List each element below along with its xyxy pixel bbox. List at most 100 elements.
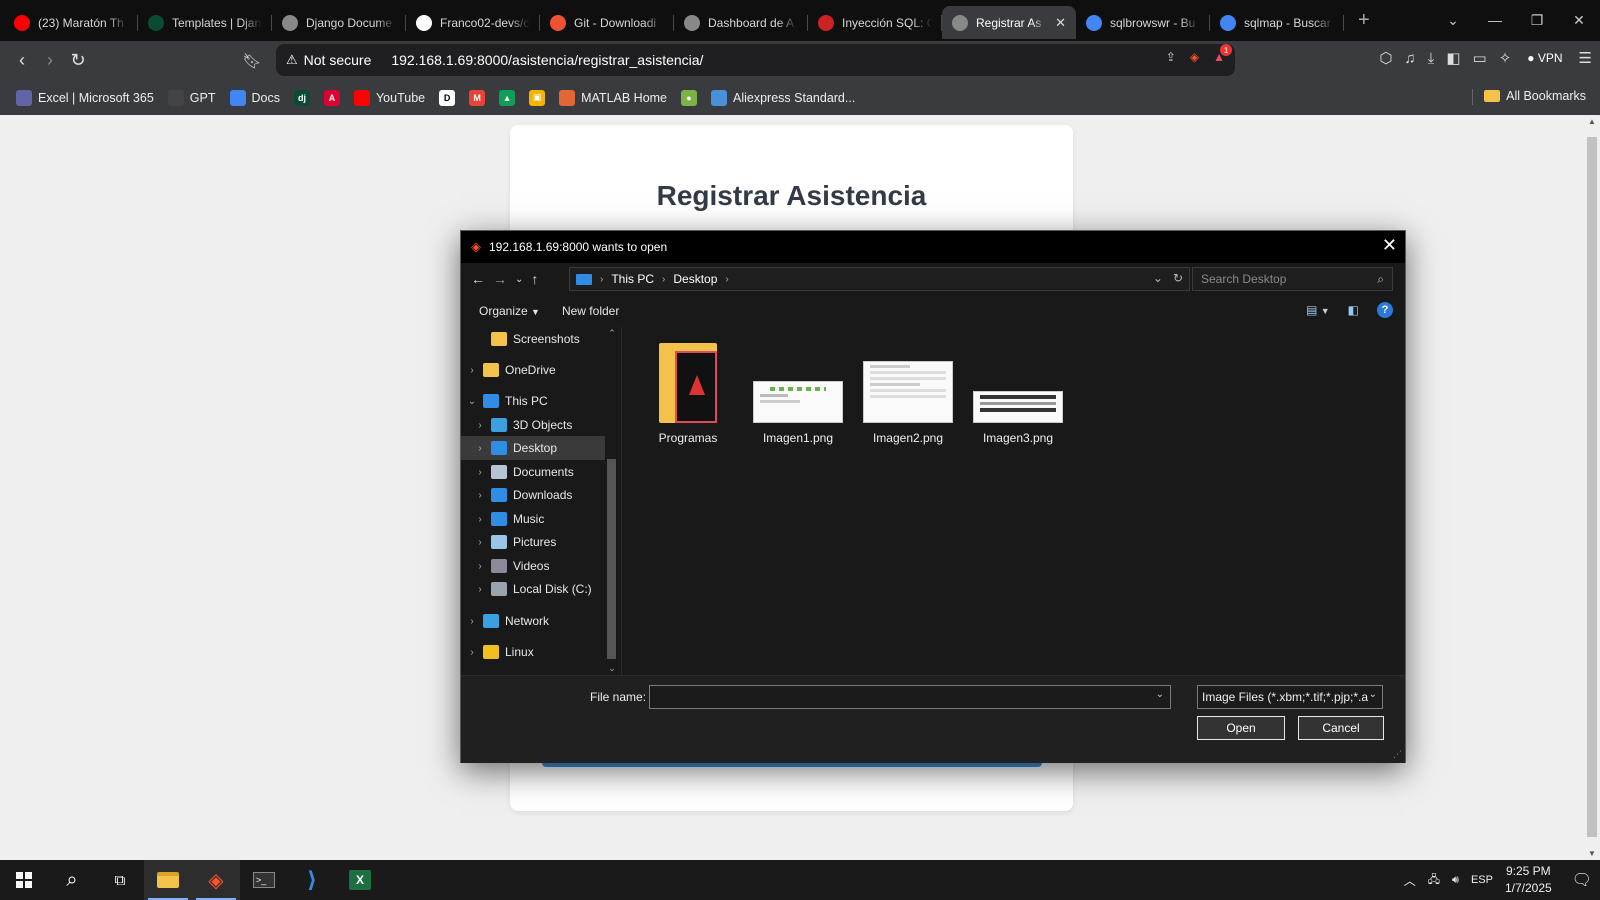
brave-rewards-icon[interactable]: ▲ 1: [1213, 44, 1233, 64]
file-name-input[interactable]: ⌄: [649, 685, 1171, 709]
leo-ai-icon[interactable]: ✧: [1499, 49, 1512, 67]
nav-item-3d-objects[interactable]: › 3D Objects: [461, 413, 605, 437]
nav-item-local-disk-c[interactable]: › Local Disk (C:): [461, 577, 605, 601]
chevron-right-icon[interactable]: ›: [475, 561, 485, 572]
vpn-button[interactable]: ● VPN: [1523, 49, 1566, 67]
browser-tab[interactable]: sqlbrowswr - Bu: [1076, 6, 1210, 39]
scroll-down-icon[interactable]: ⌄: [605, 663, 619, 674]
notifications-icon[interactable]: 🗨︎: [1572, 870, 1592, 890]
chevron-right-icon[interactable]: ›: [467, 365, 477, 376]
minimize-button[interactable]: —: [1474, 12, 1516, 28]
chevron-right-icon[interactable]: ›: [475, 443, 485, 454]
chevron-down-icon[interactable]: ⌄: [467, 396, 477, 407]
sidebar-icon[interactable]: ◧: [1446, 49, 1460, 67]
chevron-right-icon[interactable]: ›: [467, 647, 477, 658]
nav-item-music[interactable]: › Music: [461, 507, 605, 531]
navigation-scrollbar[interactable]: ⌃ ⌄: [605, 327, 619, 675]
wallet-icon[interactable]: ▭: [1473, 49, 1487, 67]
start-button[interactable]: [0, 860, 48, 900]
close-tab-icon[interactable]: ✕: [1055, 15, 1066, 31]
bookmark-item[interactable]: A: [320, 89, 344, 106]
chevron-right-icon[interactable]: ›: [475, 490, 485, 501]
search-button[interactable]: ⌕: [48, 860, 96, 900]
restore-button[interactable]: ❐: [1516, 12, 1558, 29]
task-view-button[interactable]: ⧉: [96, 860, 144, 900]
chevron-down-icon[interactable]: ⌄: [1156, 689, 1164, 700]
back-icon[interactable]: ←: [471, 271, 485, 287]
close-window-button[interactable]: ✕: [1558, 12, 1600, 29]
bookmark-item[interactable]: M: [465, 89, 489, 106]
browser-tab[interactable]: Registrar As ✕: [942, 6, 1076, 39]
media-icon[interactable]: ♫: [1404, 50, 1415, 67]
bookmark-item[interactable]: MATLAB Home: [555, 89, 671, 106]
language-indicator[interactable]: ESP: [1471, 874, 1493, 886]
nav-item-onedrive[interactable]: › OneDrive: [461, 358, 605, 382]
view-options-icon[interactable]: ▤ ▼: [1306, 303, 1330, 317]
brave-taskbar-button[interactable]: ◈: [192, 860, 240, 900]
file-explorer-button[interactable]: [144, 860, 192, 900]
browser-tab[interactable]: (23) Maratón Th: [4, 6, 138, 39]
nav-item-linux[interactable]: › Linux: [461, 640, 605, 664]
scroll-up-icon[interactable]: ⌃: [605, 328, 619, 339]
menu-icon[interactable]: ☰: [1579, 49, 1592, 67]
browser-tab[interactable]: Django Docume: [272, 6, 406, 39]
browser-tab[interactable]: Templates | Djan: [138, 6, 272, 39]
forward-icon[interactable]: →: [493, 271, 507, 287]
browser-tab[interactable]: Dashboard de A: [674, 6, 808, 39]
chevron-right-icon[interactable]: ›: [475, 514, 485, 525]
scroll-down-icon[interactable]: ▼: [1584, 849, 1600, 858]
file-item-programas[interactable]: Programas: [640, 341, 736, 445]
page-scrollbar[interactable]: ▲ ▼: [1584, 115, 1600, 860]
bookmark-item[interactable]: dj: [290, 89, 314, 106]
chevron-down-icon[interactable]: ⌄: [1153, 271, 1163, 285]
volume-icon[interactable]: 🔊︎: [1452, 874, 1459, 887]
nav-item-this-pc[interactable]: ⌄ This PC: [461, 389, 605, 413]
bookmark-item[interactable]: ▲: [495, 89, 519, 106]
address-bar[interactable]: ⚠ Not secure 192.168.1.69:8000/asistenci…: [276, 44, 1235, 76]
warning-icon[interactable]: ⚠: [286, 52, 298, 68]
chevron-up-icon[interactable]: ︿: [1404, 872, 1416, 889]
excel-button[interactable]: X: [336, 860, 384, 900]
bookmark-item[interactable]: ▣: [525, 89, 549, 106]
chevron-right-icon[interactable]: ›: [475, 420, 485, 431]
extensions-icon[interactable]: ⬡: [1379, 49, 1392, 67]
clock[interactable]: 9:25 PM 1/7/2025: [1505, 863, 1552, 897]
browser-tab[interactable]: Franco02-devs/c: [406, 6, 540, 39]
recent-locations-icon[interactable]: ⌄: [515, 274, 523, 285]
new-folder-button[interactable]: New folder: [562, 304, 619, 318]
file-item-imagen1[interactable]: Imagen1.png: [750, 341, 846, 445]
bookmark-item[interactable]: Excel | Microsoft 365: [12, 89, 158, 106]
chevron-right-icon[interactable]: ›: [467, 616, 477, 627]
back-icon[interactable]: ‹: [8, 50, 36, 71]
up-icon[interactable]: ↑: [531, 271, 538, 287]
scroll-up-icon[interactable]: ▲: [1584, 117, 1600, 126]
nav-item-downloads[interactable]: › Downloads: [461, 483, 605, 507]
forward-icon[interactable]: ›: [36, 50, 64, 71]
path-bar[interactable]: › This PC › Desktop › ⌄ ↻: [569, 267, 1190, 291]
open-button[interactable]: Open: [1197, 716, 1285, 740]
bookmark-item[interactable]: GPT: [164, 89, 220, 106]
downloads-icon[interactable]: ⤓: [1428, 50, 1435, 67]
terminal-button[interactable]: >_: [240, 860, 288, 900]
bookmark-item[interactable]: ●: [677, 89, 701, 106]
reload-icon[interactable]: ↻: [64, 50, 92, 71]
browser-tab[interactable]: sqlmap - Buscar: [1210, 6, 1344, 39]
url-text[interactable]: 192.168.1.69:8000/asistencia/registrar_a…: [391, 52, 703, 68]
browser-tab[interactable]: Git - Downloadi: [540, 6, 674, 39]
nav-item-desktop[interactable]: › Desktop: [461, 436, 605, 460]
scroll-thumb[interactable]: [1587, 137, 1597, 837]
browser-tab[interactable]: Inyección SQL: C: [808, 6, 942, 39]
search-input[interactable]: Search Desktop ⌕: [1192, 267, 1393, 291]
tab-search-icon[interactable]: ⌄: [1432, 12, 1474, 29]
bookmark-page-icon[interactable]: 🔖︎: [238, 52, 266, 70]
nav-item-network[interactable]: › Network: [461, 609, 605, 633]
cancel-button[interactable]: Cancel: [1298, 716, 1384, 740]
file-type-select[interactable]: Image Files (*.xbm;*.tif;*.pjp;*.a ⌄: [1197, 685, 1383, 709]
share-icon[interactable]: ⇪: [1166, 50, 1176, 64]
dialog-close-button[interactable]: ✕: [1382, 235, 1397, 256]
help-icon[interactable]: ?: [1377, 302, 1393, 318]
vscode-button[interactable]: ⟩: [288, 860, 336, 900]
bookmark-item[interactable]: YouTube: [350, 89, 429, 106]
brave-shields-icon[interactable]: ◈: [1190, 50, 1199, 64]
all-bookmarks[interactable]: All Bookmarks: [1472, 89, 1586, 105]
